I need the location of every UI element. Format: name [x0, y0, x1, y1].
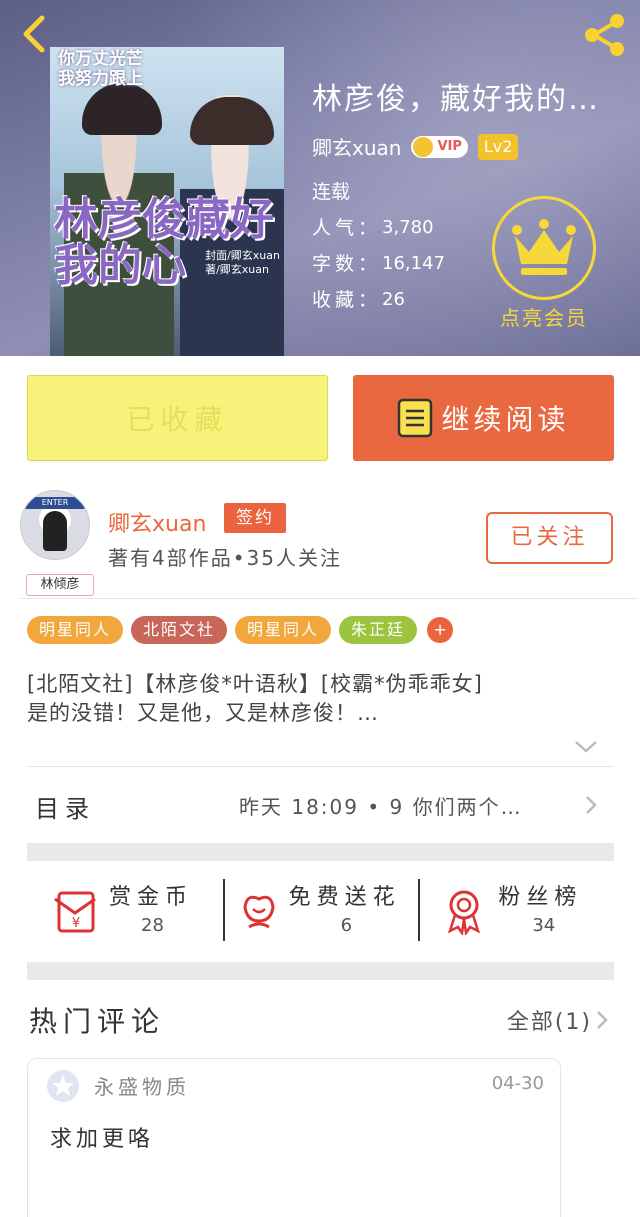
all-comments-label: 全部(1): [506, 1010, 592, 1035]
avatar-sign: ENTER: [25, 497, 85, 509]
table-of-contents-row[interactable]: 目录 昨天 18:09 • 9 你们两个…: [27, 767, 614, 843]
author-line: 卿玄xuan VIP Lv2: [312, 132, 519, 161]
vip-badge: VIP: [411, 135, 468, 158]
action-bar: 已收藏 继续阅读: [0, 356, 640, 480]
reward-title: 免费送花: [288, 885, 401, 910]
latest-chapter: 昨天 18:09 • 9 你们两个…: [239, 795, 523, 819]
share-button[interactable]: [582, 12, 628, 58]
status-text: 连载: [312, 181, 351, 203]
book-intro[interactable]: [北陌文社]【林彦俊*叶语秋】[校霸*伪乖乖女] 是的没错！又是他，又是林彦俊！…: [27, 670, 617, 728]
more-tags-button[interactable]: +: [427, 617, 454, 643]
hot-comments-title: 热门评论: [29, 1005, 166, 1038]
book-stats: 连载 人气： 3,780 字数： 16,147 收藏： 26: [312, 174, 445, 318]
author-section: ENTER 林倾彦 卿玄xuan 签约 著有4部作品•35人关注 已关注 明星同…: [0, 480, 640, 1020]
tag-pill[interactable]: 朱正廷: [339, 616, 418, 644]
reward-fan-ranking[interactable]: 粉丝榜 34: [418, 861, 614, 962]
share-icon: [585, 14, 624, 56]
stat-key: 人气：: [312, 217, 382, 239]
reward-title: 粉丝榜: [498, 885, 583, 910]
intro-line: 是的没错！又是他，又是林彦俊！…: [27, 701, 379, 725]
tag-pill[interactable]: 明星同人: [27, 616, 124, 644]
comment-user[interactable]: 永盛物质: [94, 1071, 190, 1100]
intro-line: [北陌文社]【林彦俊*叶语秋】[校霸*伪乖乖女]: [27, 672, 483, 696]
author-avatar[interactable]: ENTER 林倾彦: [20, 490, 94, 596]
book-header: 你万丈光芒 我努力跟上 林彦俊藏好我的心 封面/卿玄xuan 著/卿玄xuan …: [0, 0, 640, 356]
divider: [20, 598, 638, 599]
cover-credit: 封面/卿玄xuan 著/卿玄xuan: [205, 249, 280, 276]
avatar-tag: 林倾彦: [26, 574, 94, 596]
book-title: 林彦俊，藏好我的…: [312, 82, 600, 117]
chevron-right-icon: [597, 1011, 608, 1029]
reward-count: 6: [340, 915, 353, 936]
chevron-right-icon: [586, 796, 597, 814]
comment-text: 求加更咯: [50, 1127, 155, 1152]
comment-card[interactable]: 永盛物质 04-30 求加更咯: [27, 1058, 561, 1217]
stat-key: 字数：: [312, 253, 382, 275]
tag-pill[interactable]: 北陌文社: [131, 616, 228, 644]
tag-list: 明星同人 北陌文社 明星同人 朱正廷 +: [27, 616, 454, 644]
stat-value: 3,780: [382, 217, 434, 238]
level-badge: Lv2: [477, 133, 519, 160]
chevron-down-icon[interactable]: [572, 738, 600, 756]
star-avatar-icon: [47, 1070, 79, 1102]
continue-reading-button[interactable]: 继续阅读: [353, 375, 614, 461]
stat-value: 16,147: [382, 253, 445, 274]
reward-coins[interactable]: ¥ 赏金币 28: [27, 861, 223, 962]
section-gap: [27, 962, 614, 980]
book-cover[interactable]: 你万丈光芒 我努力跟上 林彦俊藏好我的心 封面/卿玄xuan 著/卿玄xuan: [50, 47, 284, 356]
red-envelope-icon: ¥: [54, 891, 96, 933]
flower-icon: [243, 895, 275, 929]
member-ring: [492, 196, 596, 300]
author-name-link[interactable]: 卿玄xuan: [108, 506, 206, 538]
member-label: 点亮会员: [500, 306, 588, 330]
avatar-image: ENTER: [20, 490, 90, 560]
stat-key: 收藏：: [312, 289, 382, 311]
stat-value: 26: [382, 289, 405, 310]
section-gap: [27, 843, 614, 861]
stat-row-popularity: 人气： 3,780: [312, 210, 445, 246]
toc-label: 目录: [35, 795, 95, 823]
member-button[interactable]: 点亮会员: [492, 196, 596, 331]
hot-comments-section: 热门评论 全部(1) 永盛物质 04-30 求加更咯: [0, 980, 640, 1217]
all-comments-link[interactable]: 全部(1): [507, 1004, 608, 1036]
cover-tagline: 你万丈光芒 我努力跟上: [58, 49, 143, 89]
status-row: 连载: [312, 174, 445, 210]
vip-label: VIP: [437, 139, 462, 154]
stat-row-words: 字数： 16,147: [312, 246, 445, 282]
reward-title: 赏金币: [109, 885, 194, 910]
collected-button[interactable]: 已收藏: [27, 375, 328, 461]
follow-button[interactable]: 已关注: [486, 512, 613, 564]
author-name[interactable]: 卿玄xuan: [312, 132, 401, 161]
reward-flowers[interactable]: 免费送花 6: [222, 861, 419, 962]
continue-reading-label: 继续阅读: [441, 403, 570, 436]
medal-icon: [448, 890, 481, 935]
vip-crown-icon: [413, 136, 434, 157]
tag-pill[interactable]: 明星同人: [235, 616, 332, 644]
reward-count: 34: [532, 915, 556, 936]
comment-date: 04-30: [491, 1073, 544, 1094]
rewards-bar: ¥ 赏金币 28 免费送花 6 粉丝榜 34: [27, 861, 614, 962]
book-icon: [398, 398, 433, 438]
svg-text:¥: ¥: [72, 916, 80, 931]
crown-icon: [512, 219, 576, 275]
signed-badge: 签约: [224, 503, 286, 533]
reward-count: 28: [141, 915, 164, 936]
stat-row-collections: 收藏： 26: [312, 282, 445, 318]
author-info: 著有4部作品•35人关注: [108, 546, 342, 570]
